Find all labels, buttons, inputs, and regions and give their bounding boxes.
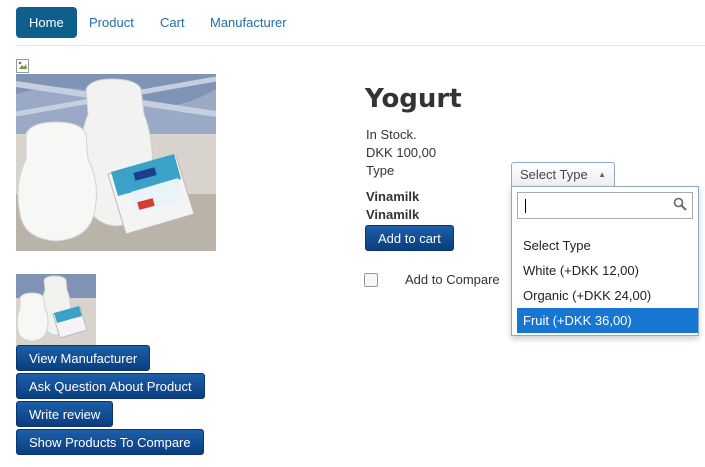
ask-question-button[interactable]: Ask Question About Product xyxy=(16,373,205,399)
type-select[interactable]: Select Type ▲ xyxy=(511,162,615,187)
show-compare-button[interactable]: Show Products To Compare xyxy=(16,429,204,455)
stock-status: In Stock. xyxy=(366,127,417,142)
compare-label: Add to Compare xyxy=(405,272,500,287)
triangle-up-icon: ▲ xyxy=(598,170,606,179)
nav-cart[interactable]: Cart xyxy=(147,7,198,38)
manufacturer-name-2: Vinamilk xyxy=(366,207,420,222)
type-select-value: Select Type xyxy=(520,167,588,182)
type-option[interactable]: White (+DKK 12,00) xyxy=(517,258,698,283)
compare-checkbox[interactable] xyxy=(364,273,378,287)
type-option-highlighted[interactable]: Fruit (+DKK 36,00) xyxy=(517,308,698,333)
nav-home[interactable]: Home xyxy=(16,7,77,38)
product-title: Yogurt xyxy=(365,84,462,114)
add-to-cart-button[interactable]: Add to cart xyxy=(365,225,454,251)
search-icon xyxy=(673,197,687,214)
top-nav: Home Product Cart Manufacturer xyxy=(16,0,705,46)
write-review-button[interactable]: Write review xyxy=(16,401,114,427)
nav-product[interactable]: Product xyxy=(76,7,147,38)
view-manufacturer-button[interactable]: View Manufacturer xyxy=(16,345,151,371)
nav-manufacturer[interactable]: Manufacturer xyxy=(197,7,300,38)
product-price: DKK 100,00 xyxy=(366,145,437,160)
type-option[interactable]: Select Type xyxy=(517,233,698,258)
broken-image-icon xyxy=(16,59,30,73)
type-label: Type xyxy=(366,163,395,178)
text-caret xyxy=(525,199,526,213)
product-thumbnail[interactable] xyxy=(16,274,96,346)
product-image[interactable] xyxy=(16,74,216,251)
type-search-input[interactable] xyxy=(517,192,693,219)
type-option[interactable]: Organic (+DKK 24,00) xyxy=(517,283,698,308)
manufacturer-name: Vinamilk xyxy=(366,189,420,204)
type-dropdown: Select Type White (+DKK 12,00) Organic (… xyxy=(511,186,699,336)
